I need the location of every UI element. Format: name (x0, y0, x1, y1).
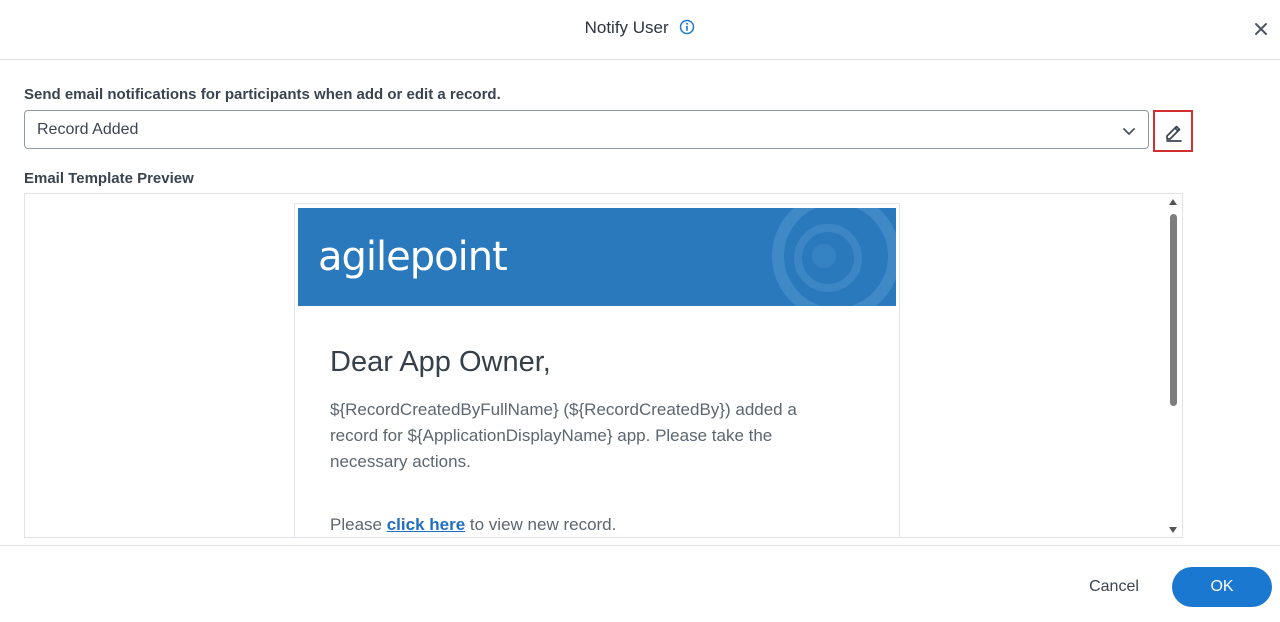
preview-label: Email Template Preview (24, 170, 194, 187)
info-icon[interactable] (679, 19, 695, 40)
click-here-link[interactable]: click here (387, 515, 465, 534)
scrollbar-thumb[interactable] (1170, 214, 1177, 406)
ok-button[interactable]: OK (1172, 567, 1272, 607)
close-icon[interactable] (1252, 20, 1270, 38)
agilepoint-logo: agilepoint (318, 234, 508, 280)
click-prefix: Please (330, 515, 382, 534)
scroll-up-arrow[interactable] (1169, 199, 1177, 205)
pencil-icon (1166, 125, 1182, 142)
notification-label: Send email notifications for participant… (24, 86, 501, 103)
cancel-button[interactable]: Cancel (1078, 573, 1150, 601)
chevron-down-icon (1122, 124, 1136, 135)
scroll-down-arrow[interactable] (1169, 527, 1177, 533)
email-banner: agilepoint (298, 208, 896, 306)
email-click-line: Please click here to view new record. (330, 515, 616, 535)
email-preview-frame[interactable]: agilepoint Dear App Owner, ${RecordCreat… (24, 193, 1183, 538)
notification-select-value: Record Added (37, 121, 139, 138)
notification-select[interactable]: Record Added (24, 110, 1149, 149)
dialog-title: Notify User (584, 18, 669, 37)
dialog-header: Notify User (0, 0, 1280, 60)
dialog-footer: Cancel OK (0, 545, 1280, 622)
email-greeting: Dear App Owner, (330, 346, 551, 378)
click-suffix: to view new record. (469, 515, 617, 534)
edit-template-button[interactable] (1153, 110, 1193, 152)
email-card: agilepoint Dear App Owner, ${RecordCreat… (294, 203, 900, 537)
email-body: ${RecordCreatedByFullName} (${RecordCrea… (330, 400, 797, 471)
banner-decoration (772, 208, 896, 306)
dialog-title-wrap: Notify User (0, 18, 1280, 40)
